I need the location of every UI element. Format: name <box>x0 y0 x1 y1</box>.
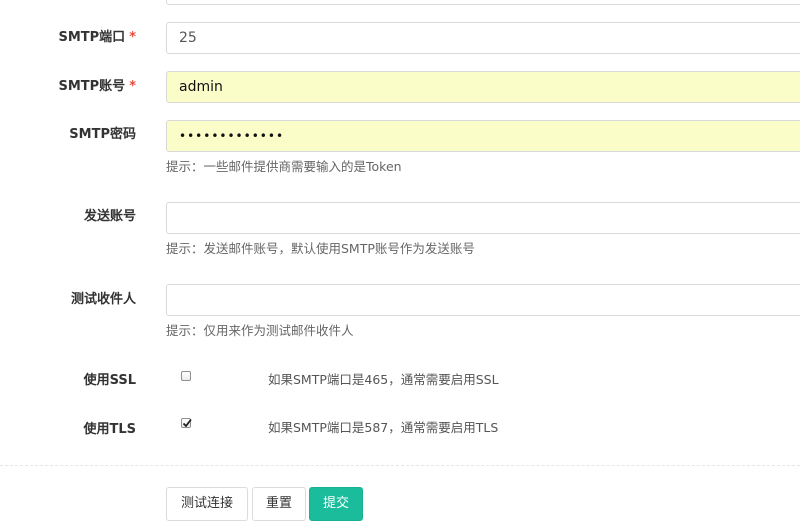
smtp-password-hint: 提示：一些邮件提供商需要输入的是Token <box>166 159 402 174</box>
previous-field-input[interactable] <box>166 0 800 5</box>
smtp-password-label: SMTP密码 <box>0 127 136 143</box>
use-tls-label-text: 使用TLS <box>83 422 136 437</box>
submit-button[interactable]: 提交 <box>309 487 363 521</box>
sender-account-input[interactable] <box>166 202 800 234</box>
use-tls-label: 使用TLS <box>0 422 136 438</box>
sender-account-label-text: 发送账号 <box>83 209 136 224</box>
smtp-port-input[interactable] <box>166 22 800 54</box>
test-recipient-label-text: 测试收件人 <box>70 292 136 307</box>
smtp-port-label: SMTP端口 * <box>0 30 136 46</box>
checkmark-icon <box>182 418 192 428</box>
reset-button[interactable]: 重置 <box>252 487 306 521</box>
use-ssl-label: 使用SSL <box>0 373 136 389</box>
test-connection-button[interactable]: 测试连接 <box>166 487 248 521</box>
test-recipient-input[interactable] <box>166 284 800 316</box>
sender-account-hint: 提示：发送邮件账号，默认使用SMTP账号作为发送账号 <box>166 241 475 256</box>
required-mark: * <box>129 79 136 94</box>
use-ssl-label-text: 使用SSL <box>83 373 136 388</box>
use-tls-note: 如果SMTP端口是587，通常需要启用TLS <box>268 420 499 435</box>
use-tls-checkbox[interactable] <box>181 418 192 428</box>
smtp-settings-form: SMTP端口* SMTP账号* SMTP密码 提示：一些邮件提供商需要输入的是T… <box>0 0 800 530</box>
sender-account-label: 发送账号 <box>0 209 136 225</box>
smtp-port-label-text: SMTP端口 <box>58 30 126 45</box>
smtp-account-input[interactable] <box>166 71 800 103</box>
smtp-account-label: SMTP账号 * <box>0 79 136 95</box>
smtp-password-label-text: SMTP密码 <box>69 127 136 142</box>
use-ssl-note: 如果SMTP端口是465，通常需要启用SSL <box>268 372 499 387</box>
required-mark: * <box>129 30 136 45</box>
form-divider <box>0 465 800 466</box>
test-recipient-hint: 提示：仅用来作为测试邮件收件人 <box>166 323 354 338</box>
smtp-password-input[interactable] <box>166 120 800 152</box>
smtp-account-label-text: SMTP账号 <box>58 79 126 94</box>
test-recipient-label: 测试收件人 <box>0 292 136 308</box>
use-ssl-checkbox[interactable] <box>181 371 191 381</box>
